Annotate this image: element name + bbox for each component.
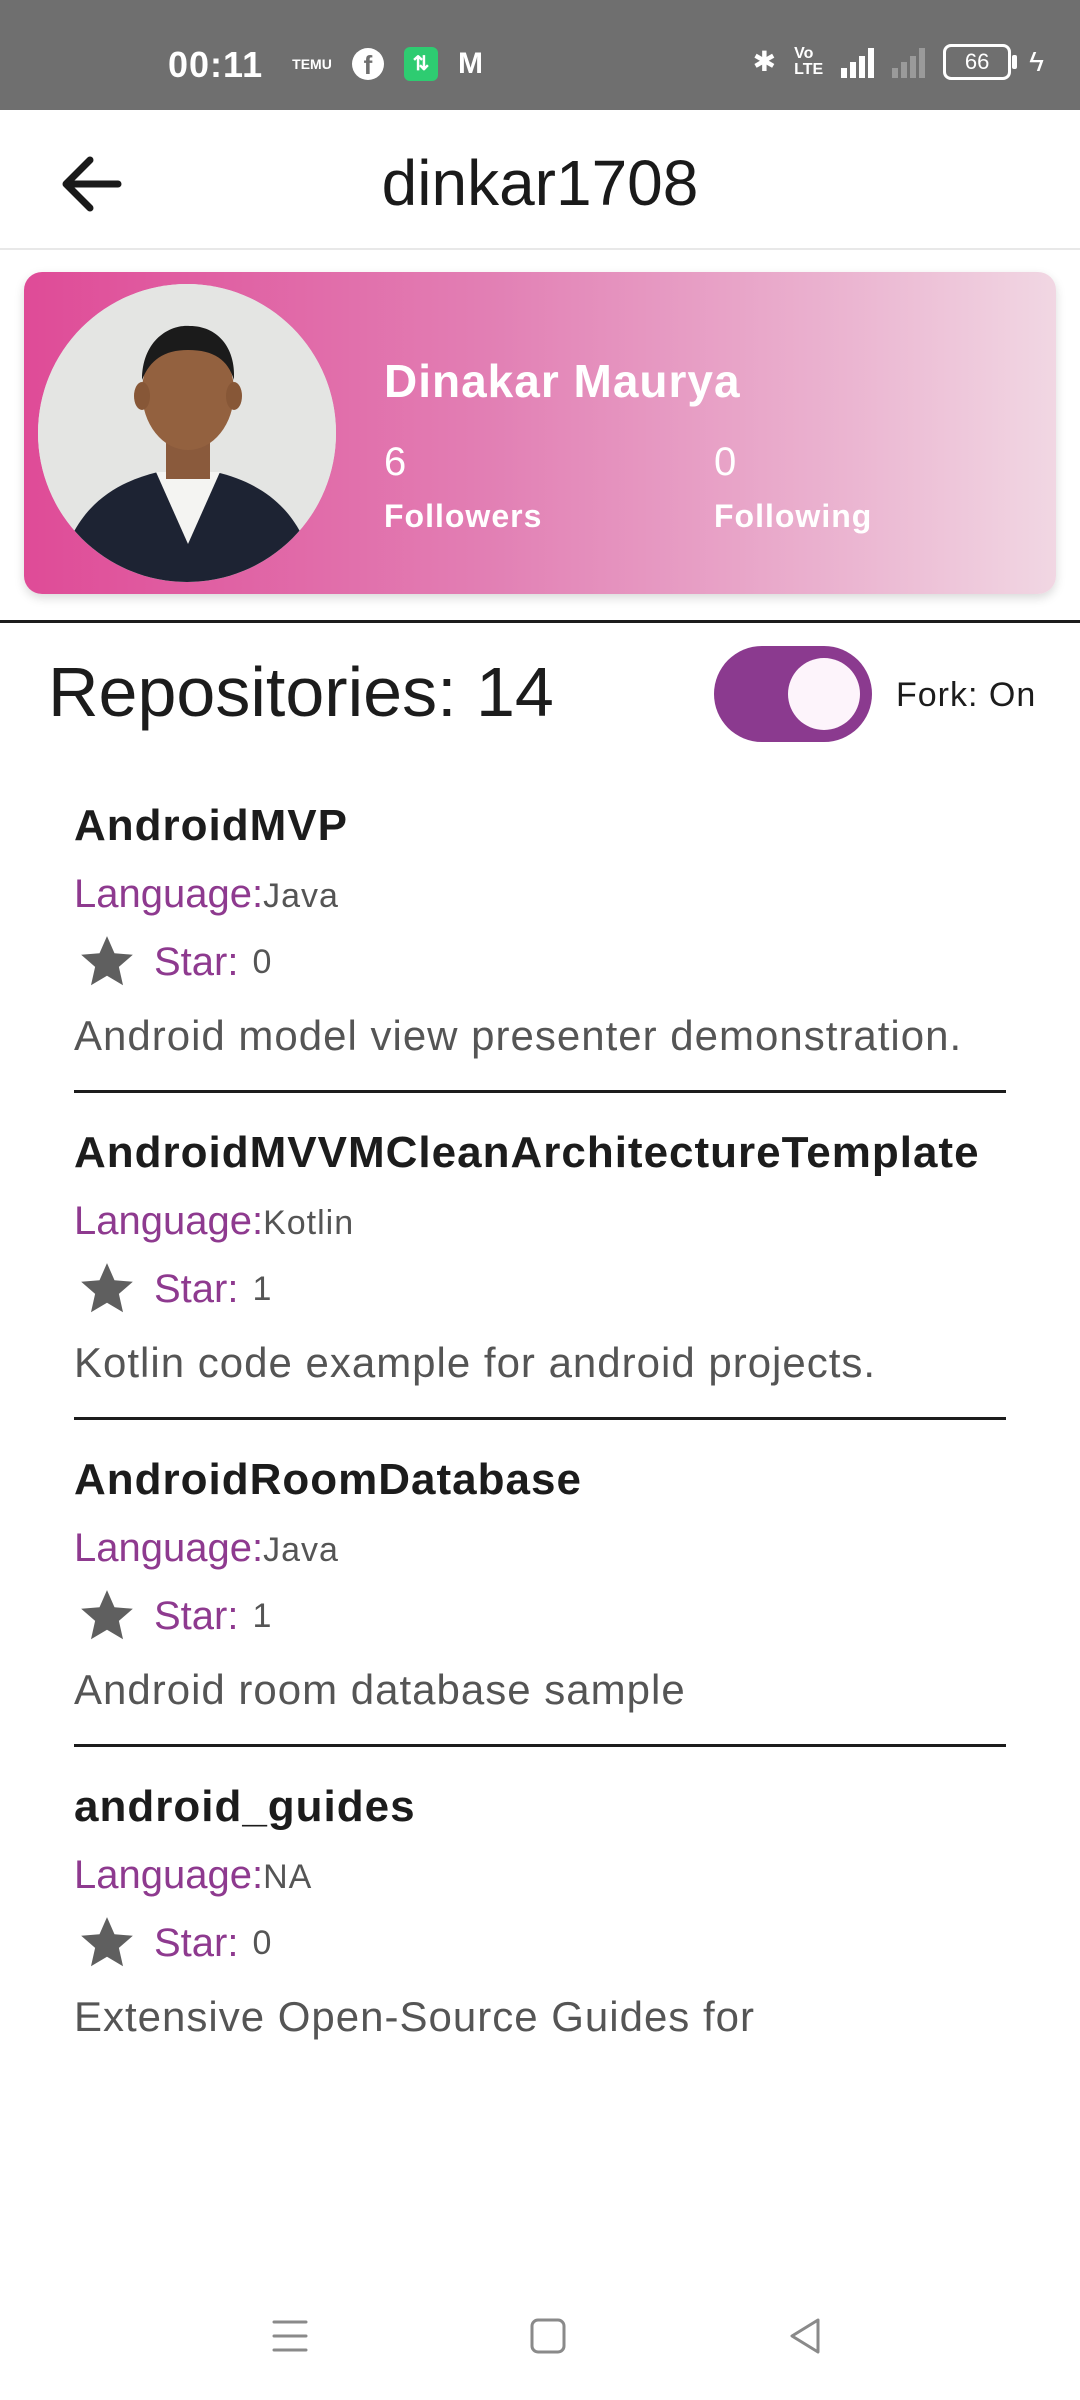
repository-description: Android room database sample	[74, 1666, 686, 1713]
avatar	[38, 284, 336, 582]
signal-strength-icon	[841, 46, 875, 78]
fork-toggle-label: Fork: On	[896, 676, 1037, 714]
repository-name: android_guides	[74, 1782, 416, 1831]
star-icon	[81, 1917, 133, 1967]
repository-description: Android model view presenter demonstrati…	[74, 1012, 963, 1059]
repository-name: AndroidMVVMCleanArchitectureTemplate	[74, 1128, 980, 1177]
repository-divider	[74, 1090, 1006, 1093]
fork-toggle-knob	[788, 658, 860, 730]
signal-no-service-icon	[892, 46, 926, 78]
star-icon	[81, 1590, 133, 1640]
repository-item[interactable]: AndroidMVVMCleanArchitectureTemplate Lan…	[0, 1117, 1080, 1420]
language-value: Kotlin	[263, 1204, 355, 1242]
repository-item[interactable]: AndroidMVP Language:Java Star: 0 Android…	[0, 790, 1080, 1093]
top-app-bar: dinkar1708	[0, 110, 1080, 250]
language-value: Java	[263, 877, 339, 915]
profile-name: Dinakar Maurya	[384, 355, 741, 407]
language-value: Java	[263, 1531, 339, 1569]
star-count: 1	[252, 1269, 272, 1308]
star-count: 0	[252, 1923, 272, 1962]
repositories-count: Repositories: 14	[48, 653, 554, 731]
gmail-icon: M	[458, 47, 483, 80]
charging-icon: ϟ	[1029, 46, 1044, 77]
star-count: 1	[252, 1596, 272, 1635]
status-bar: 00:11 TEMU f ⇅ M ✱ Vo LTE 66 ϟ	[0, 0, 1080, 110]
repository-name: AndroidRoomDatabase	[74, 1455, 582, 1504]
star-row: Star: 0	[74, 928, 1006, 996]
language-label: Language:	[74, 1853, 264, 1897]
star-row: Star: 0	[74, 1909, 1006, 1977]
language-label: Language:	[74, 1199, 264, 1243]
repository-divider	[74, 1744, 1006, 1747]
language-row: Language:Kotlin	[74, 1189, 1006, 1255]
star-count: 0	[252, 942, 272, 981]
profile-card: Dinakar Maurya 6 Followers 0 Following	[24, 272, 1056, 594]
star-icon	[81, 1263, 133, 1313]
following-label[interactable]: Following	[714, 498, 872, 535]
language-row: Language:NA	[74, 1843, 1006, 1909]
star-icon	[81, 936, 133, 986]
star-row: Star: 1	[74, 1582, 1006, 1650]
page-title: dinkar1708	[381, 147, 699, 219]
system-icons: ✱ Vo LTE 66 ϟ	[753, 44, 1044, 80]
language-label: Language:	[74, 872, 264, 916]
repository-item[interactable]: android_guides Language:NA Star: 0 Exten…	[0, 1771, 1080, 2053]
star-row: Star: 1	[74, 1255, 1006, 1323]
language-value: NA	[263, 1858, 313, 1896]
temu-icon: TEMU	[292, 56, 332, 72]
fork-toggle-switch[interactable]	[714, 646, 872, 742]
profile-photo	[38, 284, 336, 582]
back-triangle-icon[interactable]	[776, 2306, 836, 2366]
star-label: Star:	[154, 1920, 239, 1965]
system-navigation-bar	[0, 2270, 1080, 2400]
section-divider	[0, 620, 1080, 623]
followers-label[interactable]: Followers	[384, 498, 542, 535]
following-count: 0	[714, 440, 737, 484]
repository-name: AndroidMVP	[74, 801, 348, 850]
facebook-icon: f	[352, 48, 384, 80]
repository-list[interactable]: AndroidMVP Language:Java Star: 0 Android…	[0, 790, 1080, 2242]
repository-description: Extensive Open-Source Guides for	[74, 1993, 755, 2040]
app-notification-icon: ⇅	[404, 47, 438, 81]
repository-description: Kotlin code example for android projects…	[74, 1339, 877, 1386]
repository-item[interactable]: AndroidRoomDatabase Language:Java Star: …	[0, 1444, 1080, 1747]
star-label: Star:	[154, 939, 239, 984]
star-label: Star:	[154, 1593, 239, 1638]
home-icon[interactable]	[518, 2306, 578, 2366]
language-row: Language:Java	[74, 1516, 1006, 1582]
volte-icon: Vo LTE	[794, 45, 824, 78]
status-time: 00:11	[168, 44, 264, 85]
followers-count: 6	[384, 440, 407, 484]
notification-icons: TEMU f ⇅ M	[292, 46, 483, 82]
star-label: Star:	[154, 1266, 239, 1311]
recent-apps-icon[interactable]	[260, 2306, 320, 2366]
repository-divider	[74, 1417, 1006, 1420]
language-row: Language:Java	[74, 862, 1006, 928]
bluetooth-icon: ✱	[752, 46, 777, 77]
battery-icon: 66	[943, 44, 1018, 80]
language-label: Language:	[74, 1526, 264, 1570]
